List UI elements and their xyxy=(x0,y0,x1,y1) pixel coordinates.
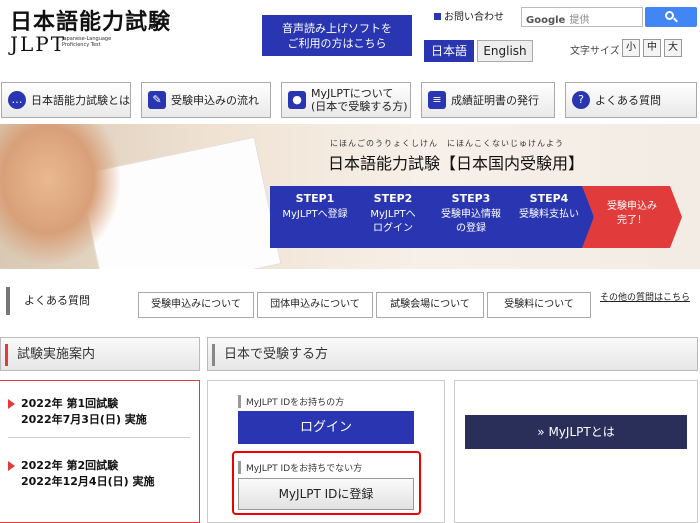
pencil-icon: ✎ xyxy=(148,91,166,109)
has-id-label: MyJLPT IDをお持ちの方 xyxy=(238,395,344,408)
search-placeholder: 提供 xyxy=(569,15,590,26)
arrow-icon xyxy=(8,399,15,409)
exam-item-2[interactable]: 2022年 第2回試験 2022年12月4日(日) 実施 xyxy=(8,458,154,490)
search-input[interactable]: Google 提供 xyxy=(521,7,643,27)
faq-other-link[interactable]: その他の質問はこちら xyxy=(600,292,690,305)
faq-label: よくある質問 xyxy=(6,287,90,315)
tts-line1: 音声読み上げソフトを xyxy=(282,22,392,35)
step-complete: 受験申込み 完了！ xyxy=(582,186,682,248)
faq-venue-button[interactable]: 試験会場について xyxy=(376,292,484,318)
nav-certificate[interactable]: ≡ 成績証明書の発行 xyxy=(421,82,555,118)
contact-link[interactable]: お問い合わせ xyxy=(434,8,504,23)
myjlpt-panel xyxy=(454,380,698,523)
step-2[interactable]: STEP2 MyJLPTへ ログイン xyxy=(348,186,438,248)
language-japanese-button[interactable]: 日本語 xyxy=(424,40,474,62)
logo-subtitle: Japanese-Language Proficiency Test xyxy=(62,36,112,48)
nav-about-jlpt[interactable]: … 日本語能力試験とは xyxy=(1,82,131,118)
font-size-label: 文字サイズ xyxy=(570,46,620,57)
document-icon: ≡ xyxy=(428,91,446,109)
login-button[interactable]: ログイン xyxy=(238,411,414,444)
step-3[interactable]: STEP3 受験申込情報 の登録 xyxy=(426,186,516,248)
domestic-header: 日本で受験する方 xyxy=(207,337,698,371)
nav-myjlpt[interactable]: ● MyJLPTについて (日本で受験する方) xyxy=(281,82,411,118)
banner-title: 日本語能力試験【日本国内受験用】 xyxy=(328,154,585,173)
nav-faq[interactable]: ? よくある質問 xyxy=(565,82,697,118)
search-button[interactable] xyxy=(645,7,697,27)
person-icon: ● xyxy=(288,91,306,109)
nav-application-flow[interactable]: ✎ 受験申込みの流れ xyxy=(141,82,271,118)
arrow-icon xyxy=(8,461,15,471)
hand-illustration xyxy=(0,124,120,264)
text-to-speech-button[interactable]: 音声読み上げソフトを ご利用の方はこちら xyxy=(262,15,412,56)
language-english-button[interactable]: English xyxy=(477,40,533,62)
logo-jlpt[interactable]: JLPT xyxy=(10,32,66,56)
font-size-medium-button[interactable]: 中 xyxy=(643,39,661,57)
about-myjlpt-button[interactable]: » MyJLPTとは xyxy=(465,415,687,449)
google-brand: Google xyxy=(526,15,566,26)
step-1[interactable]: STEP1 MyJLPTへ登録 xyxy=(270,186,360,248)
question-icon: ? xyxy=(572,91,590,109)
faq-application-button[interactable]: 受験申込みについて xyxy=(138,292,254,318)
chat-icon: … xyxy=(8,91,26,109)
banner-ruby: にほんごのうりょくしけん にほんこくないじゅけんよう xyxy=(330,139,564,148)
font-size-large-button[interactable]: 大 xyxy=(664,39,682,57)
bullet-icon xyxy=(434,13,441,20)
exam-item-1[interactable]: 2022年 第1回試験 2022年7月3日(日) 実施 xyxy=(8,396,147,428)
faq-group-button[interactable]: 団体申込みについて xyxy=(257,292,373,318)
step-4[interactable]: STEP4 受験料支払い xyxy=(504,186,594,248)
font-size-small-button[interactable]: 小 xyxy=(622,39,640,57)
exam-info-header: 試験実施案内 xyxy=(0,337,200,371)
register-button[interactable]: MyJLPT IDに登録 xyxy=(238,478,414,510)
no-id-label: MyJLPT IDをお持ちでない方 xyxy=(238,461,362,474)
tts-line2: ご利用の方はこちら xyxy=(287,37,387,50)
faq-fee-button[interactable]: 受験料について xyxy=(487,292,591,318)
